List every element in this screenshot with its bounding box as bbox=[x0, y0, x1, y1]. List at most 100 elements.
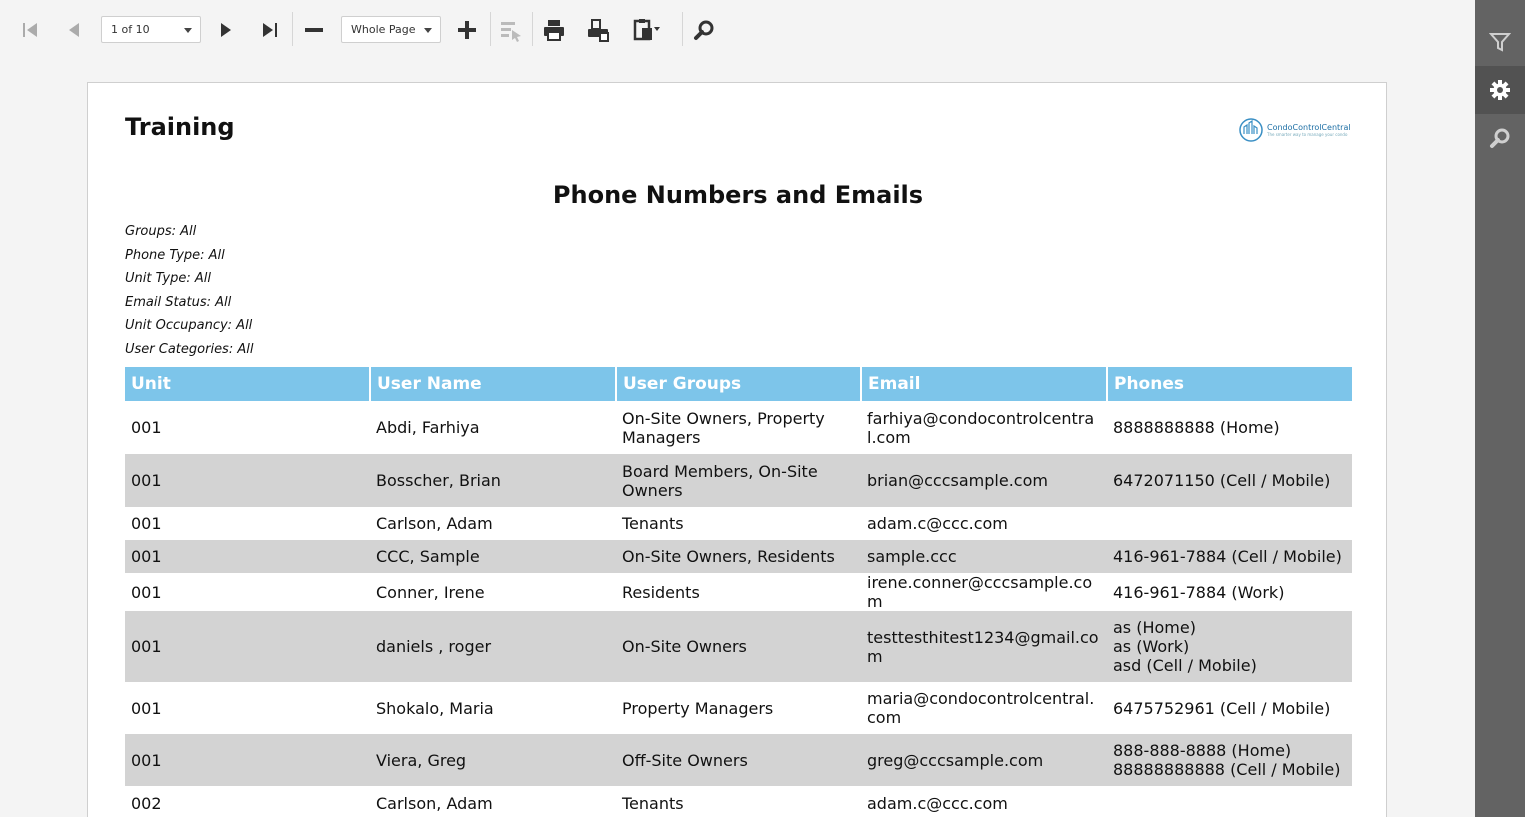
last-page-button[interactable] bbox=[254, 12, 286, 48]
filter-summary: Groups: All Phone Type: All Unit Type: A… bbox=[125, 223, 253, 365]
report-page: Training CondoControlCentral The smarter… bbox=[87, 82, 1387, 817]
column-header-user-groups: User Groups bbox=[616, 367, 862, 401]
logo-tagline: The smarter way to manage your condo bbox=[1267, 131, 1348, 137]
table-row: 001 Carlson, Adam Tenants adam.c@ccc.com bbox=[125, 507, 1352, 540]
cell-user-groups: Board Members, On-Site Owners bbox=[616, 454, 861, 507]
plus-icon bbox=[458, 21, 476, 39]
print-icon bbox=[544, 20, 564, 41]
sidebar-edge bbox=[1525, 0, 1536, 817]
last-page-icon bbox=[263, 23, 277, 37]
cell-user-name: Carlson, Adam bbox=[376, 514, 493, 533]
building-logo-icon bbox=[1239, 118, 1263, 142]
phone-entry: 6472071150 (Cell / Mobile) bbox=[1113, 471, 1331, 490]
cell-user-name: Conner, Irene bbox=[376, 582, 485, 602]
cell-phones: 416-961-7884 (Work) bbox=[1107, 573, 1352, 611]
settings-panel-button[interactable] bbox=[1475, 66, 1525, 114]
cell-unit: 001 bbox=[131, 582, 162, 602]
phone-entry: 416-961-7884 (Work) bbox=[1113, 582, 1285, 602]
filter-icon bbox=[1489, 33, 1511, 52]
minus-icon bbox=[305, 28, 323, 32]
company-title: Training bbox=[125, 113, 235, 141]
cell-user-name: daniels , roger bbox=[370, 611, 616, 682]
cell-user-groups: Property Managers bbox=[622, 698, 774, 718]
cell-user-groups: Off-Site Owners bbox=[616, 734, 861, 786]
zoom-mode: Whole Page bbox=[351, 23, 416, 36]
previous-page-button[interactable] bbox=[58, 12, 90, 48]
phone-entry: asd (Cell / Mobile) bbox=[1113, 656, 1257, 675]
cell-unit: 001 bbox=[131, 418, 162, 437]
phone-entry: 888-888-8888 (Home) bbox=[1113, 741, 1292, 760]
cell-phones: 416-961-7884 (Cell / Mobile) bbox=[1107, 540, 1352, 573]
table-header-row: Unit User Name User Groups Email Phones bbox=[125, 367, 1352, 401]
search-button[interactable] bbox=[688, 12, 720, 48]
cell-phones bbox=[1107, 507, 1352, 540]
table-row: 001 Bosscher, Brian Board Members, On-Si… bbox=[125, 454, 1352, 507]
phone-entry: 88888888888 (Cell / Mobile) bbox=[1113, 760, 1341, 779]
editing-fields-button[interactable] bbox=[495, 12, 527, 48]
search-icon bbox=[1490, 128, 1510, 148]
gear-icon bbox=[1490, 80, 1510, 100]
cell-email: maria@condocontrolcentral.com bbox=[867, 689, 1095, 727]
column-header-phones: Phones bbox=[1107, 367, 1352, 401]
toolbar-separator bbox=[490, 12, 491, 46]
toolbar-separator bbox=[532, 12, 533, 46]
cell-phones: 888-888-8888 (Home) 88888888888 (Cell / … bbox=[1107, 734, 1352, 786]
print-page-button[interactable] bbox=[582, 12, 614, 48]
cell-phones: 8888888888 (Home) bbox=[1107, 401, 1352, 454]
zoom-in-button[interactable] bbox=[451, 12, 483, 48]
cell-email: adam.c@ccc.com bbox=[867, 794, 1008, 813]
filter-unit-type: Unit Type: All bbox=[125, 271, 211, 287]
filter-user-categories: User Categories: All bbox=[125, 341, 254, 357]
cell-user-name: Bosscher, Brian bbox=[370, 454, 616, 507]
next-page-button[interactable] bbox=[210, 12, 242, 48]
table-row: 001 CCC, Sample On-Site Owners, Resident… bbox=[125, 540, 1352, 573]
phone-entry: as (Work) bbox=[1113, 637, 1190, 656]
cell-user-name: Carlson, Adam bbox=[376, 794, 493, 813]
cell-user-groups: On-Site Owners, Property Managers bbox=[622, 408, 825, 447]
cell-user-groups: Tenants bbox=[622, 514, 684, 533]
cell-unit: 001 bbox=[131, 514, 162, 533]
phone-entry: 8888888888 (Home) bbox=[1113, 418, 1280, 437]
cell-email: sample.ccc bbox=[861, 540, 1107, 573]
cell-user-name: CCC, Sample bbox=[370, 540, 616, 573]
filter-email-status: Email Status: All bbox=[125, 294, 232, 310]
cell-unit: 001 bbox=[125, 734, 370, 786]
cell-email: greg@cccsample.com bbox=[861, 734, 1107, 786]
table-row: 001 Shokalo, Maria Property Managers mar… bbox=[125, 682, 1352, 734]
edit-fields-icon bbox=[501, 22, 521, 42]
cell-user-name: Shokalo, Maria bbox=[376, 698, 494, 718]
page-selector[interactable]: 1 of 10 bbox=[101, 16, 201, 43]
chevron-down-icon bbox=[424, 28, 432, 33]
logo-wordmark: CondoControlCentral bbox=[1267, 122, 1351, 132]
previous-page-icon bbox=[69, 23, 79, 37]
zoom-out-button[interactable] bbox=[298, 12, 330, 48]
first-page-button[interactable] bbox=[14, 12, 46, 48]
cell-user-groups: On-Site Owners, Residents bbox=[616, 540, 861, 573]
viewer-toolbar: 1 of 10 Whole Page bbox=[0, 0, 1475, 60]
cell-unit: 001 bbox=[125, 611, 370, 682]
cell-phones: 6475752961 (Cell / Mobile) bbox=[1107, 682, 1352, 734]
table-row: 001 daniels , roger On-Site Owners testt… bbox=[125, 611, 1352, 682]
company-logo: CondoControlCentral The smarter way to m… bbox=[1238, 117, 1351, 143]
column-header-unit: Unit bbox=[125, 367, 371, 401]
print-button[interactable] bbox=[538, 12, 570, 48]
table-row: 001 Conner, Irene Residents irene.conner… bbox=[125, 573, 1352, 611]
parameters-panel-button[interactable] bbox=[1475, 18, 1525, 66]
cell-email: testtesthitest1234@gmail.com bbox=[861, 611, 1107, 682]
table-row: 002 Carlson, Adam Tenants adam.c@ccc.com bbox=[125, 786, 1352, 817]
export-button[interactable] bbox=[624, 12, 670, 48]
cell-unit: 001 bbox=[125, 454, 370, 507]
toolbar-separator bbox=[682, 12, 683, 46]
cell-email: irene.conner@cccsample.com bbox=[867, 573, 1093, 611]
column-header-email: Email bbox=[861, 367, 1108, 401]
next-page-icon bbox=[221, 23, 231, 37]
cell-user-groups: Tenants bbox=[622, 794, 684, 813]
filter-phone-type: Phone Type: All bbox=[125, 247, 225, 263]
zoom-selector[interactable]: Whole Page bbox=[341, 16, 441, 43]
cell-email: brian@cccsample.com bbox=[861, 454, 1107, 507]
cell-unit: 001 bbox=[125, 540, 370, 573]
right-sidebar bbox=[1475, 0, 1536, 817]
report-title: Phone Numbers and Emails bbox=[552, 181, 924, 209]
chevron-down-icon bbox=[184, 28, 192, 33]
search-panel-button[interactable] bbox=[1475, 114, 1525, 162]
